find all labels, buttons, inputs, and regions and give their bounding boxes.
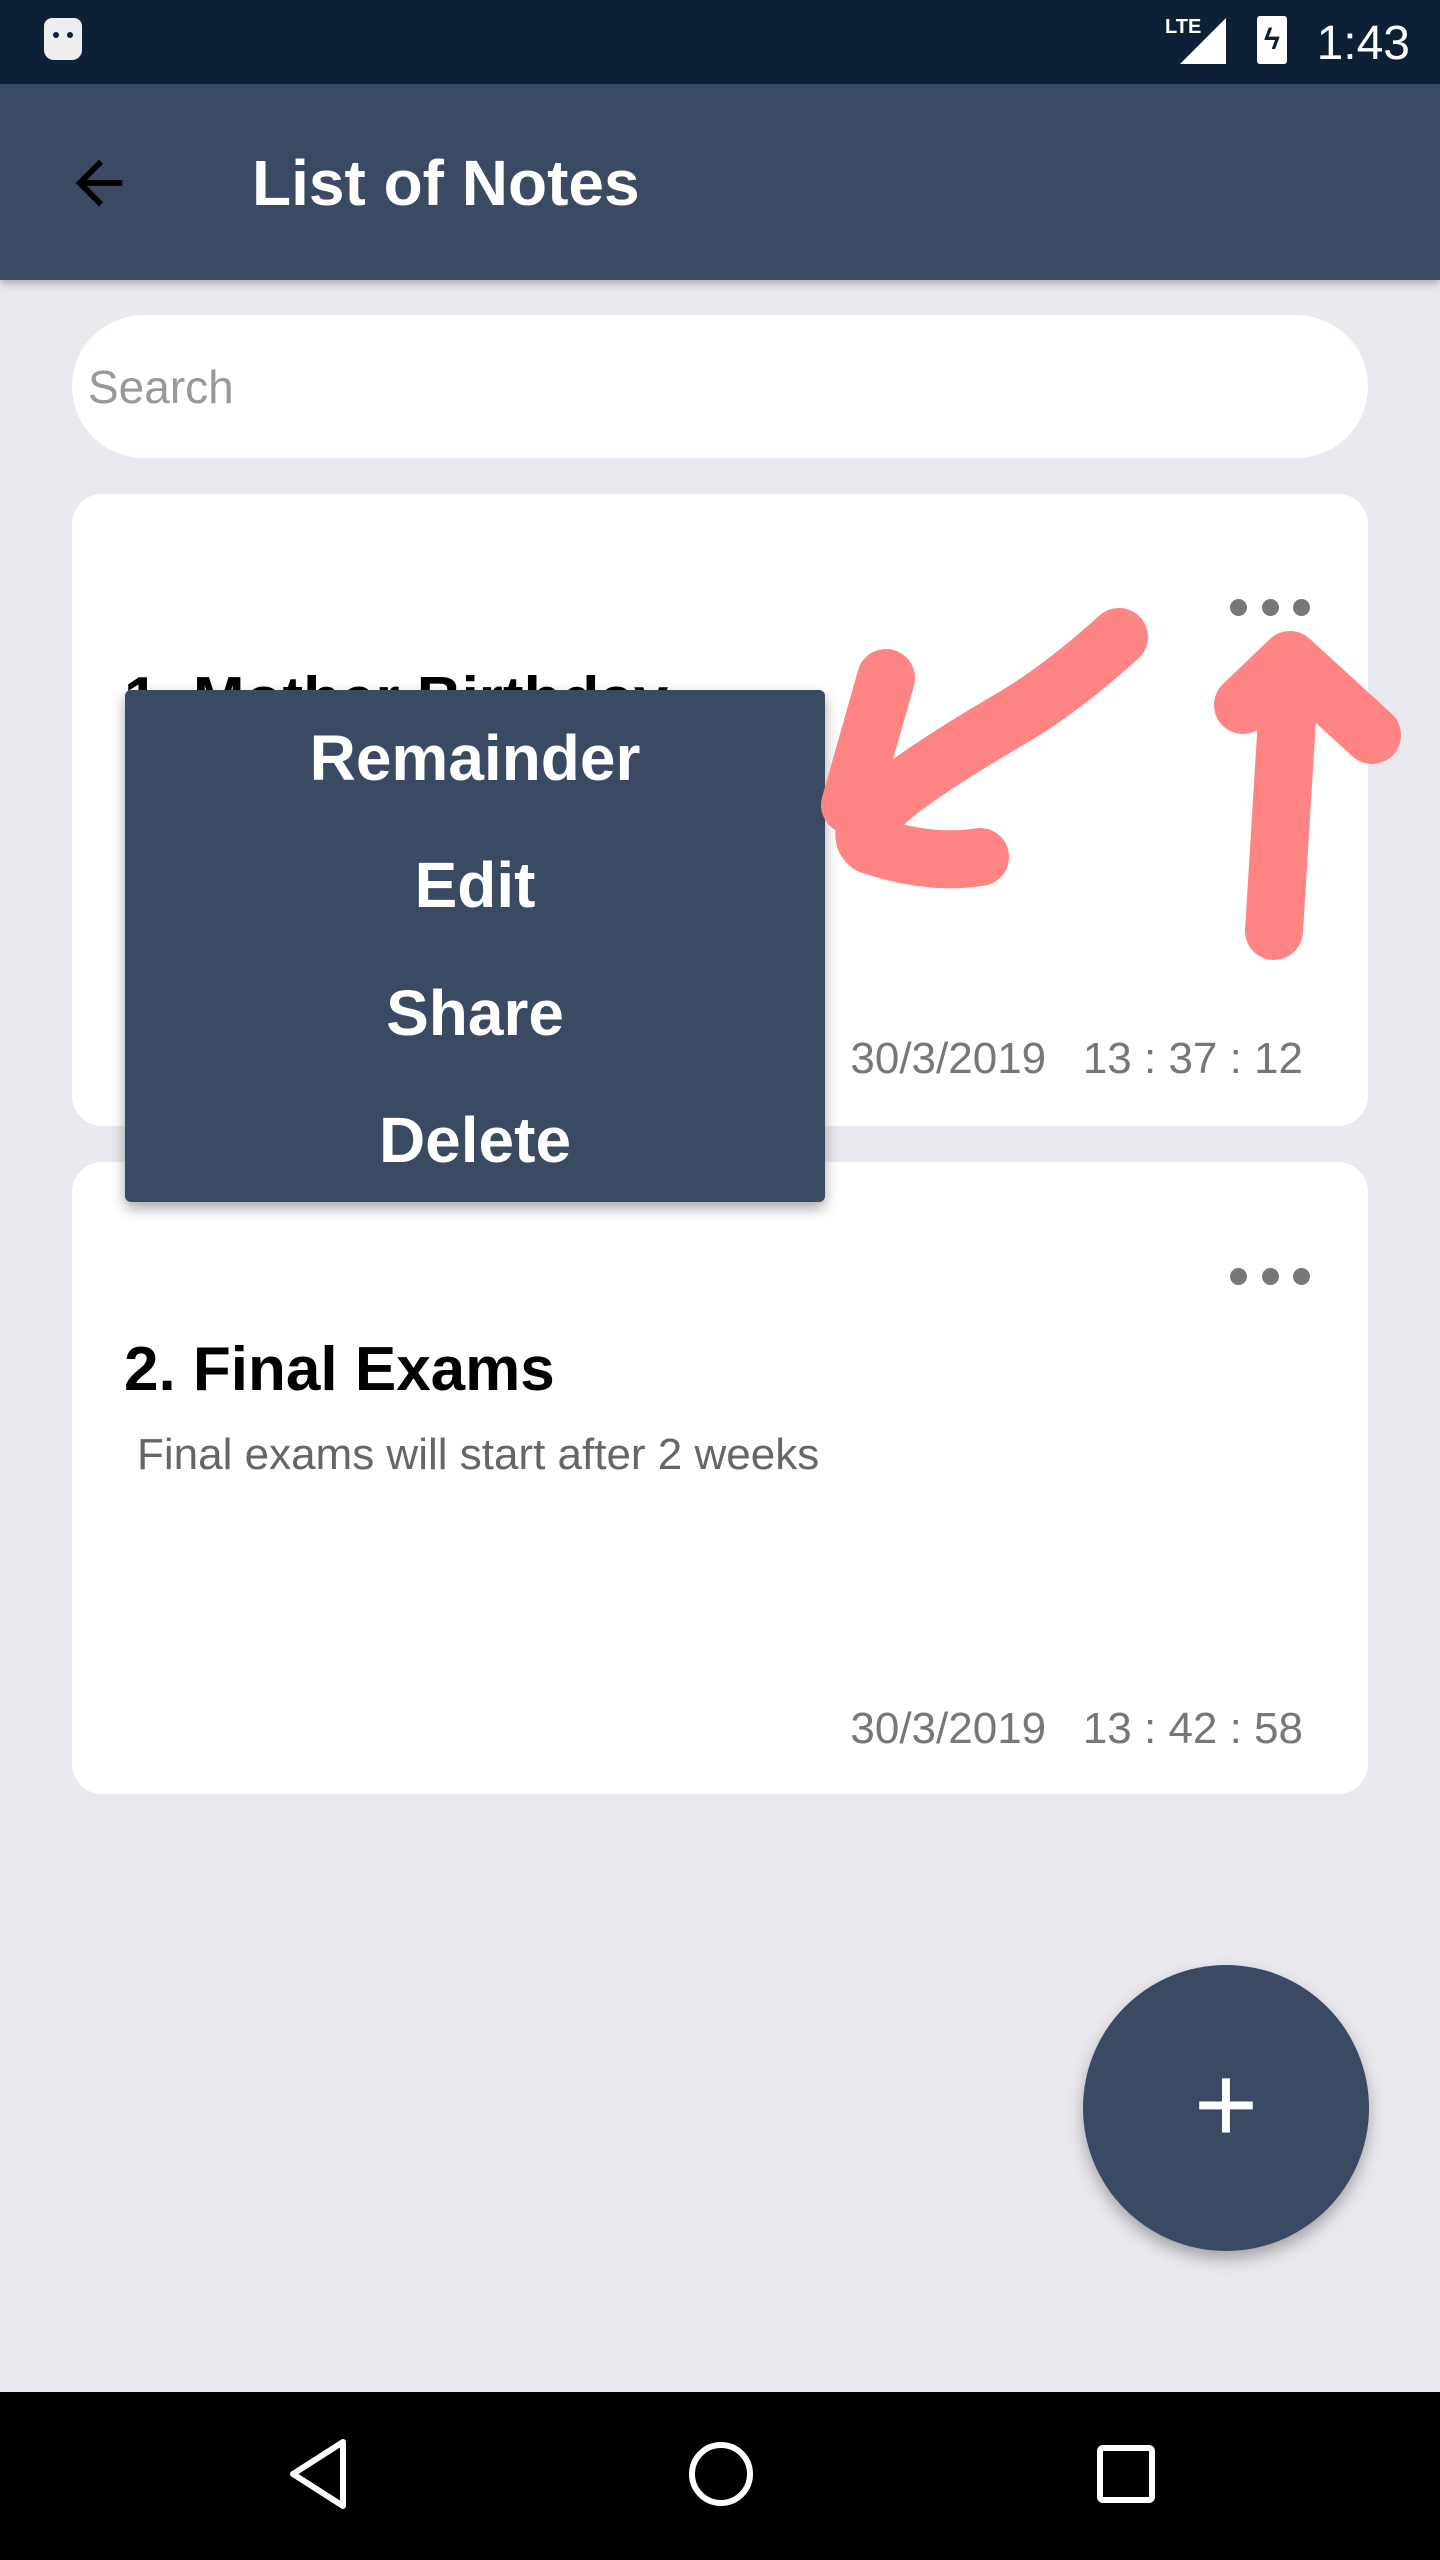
clock: 1:43 [1316,17,1410,70]
note-card[interactable]: 2. Final Exams Final exams will start af… [72,1162,1368,1794]
context-menu: Remainder Edit Share Delete [125,690,825,1202]
note-body: Final exams will start after 2 weeks [137,1430,820,1479]
note-date: 30/3/2019 [850,1704,1047,1753]
arrow-left-icon[interactable] [64,148,134,218]
note-timestamp: 30/3/2019 13 : 42 : 58 [850,1704,1303,1754]
plus-icon: + [1193,2043,1259,2166]
home-nav-icon[interactable] [686,2436,756,2512]
menu-item-share[interactable]: Share [125,963,825,1063]
status-bar: LTE ϟ 1:43 [0,0,1440,84]
note-time: 13 : 37 : 12 [1082,1034,1303,1083]
back-nav-icon[interactable] [285,2436,351,2512]
add-note-button[interactable]: + [1083,1965,1369,2251]
note-date: 30/3/2019 [850,1034,1047,1083]
note-timestamp: 30/3/2019 13 : 37 : 12 [850,1034,1303,1084]
signal-icon [1180,18,1226,64]
battery-charging-icon: ϟ [1257,16,1287,64]
search-input[interactable] [72,315,1368,458]
menu-item-delete[interactable]: Delete [125,1090,825,1190]
note-title: 2. Final Exams [124,1335,555,1404]
android-debug-icon [44,18,82,60]
navigation-bar [0,2392,1440,2560]
recents-nav-icon[interactable] [1094,2436,1158,2512]
menu-item-edit[interactable]: Edit [125,835,825,935]
more-options-icon[interactable] [1230,597,1310,617]
more-options-icon[interactable] [1230,1266,1310,1286]
app-bar: List of Notes [0,84,1440,280]
menu-item-remainder[interactable]: Remainder [125,708,825,808]
page-title: List of Notes [252,147,640,219]
note-time: 13 : 42 : 58 [1082,1704,1303,1753]
